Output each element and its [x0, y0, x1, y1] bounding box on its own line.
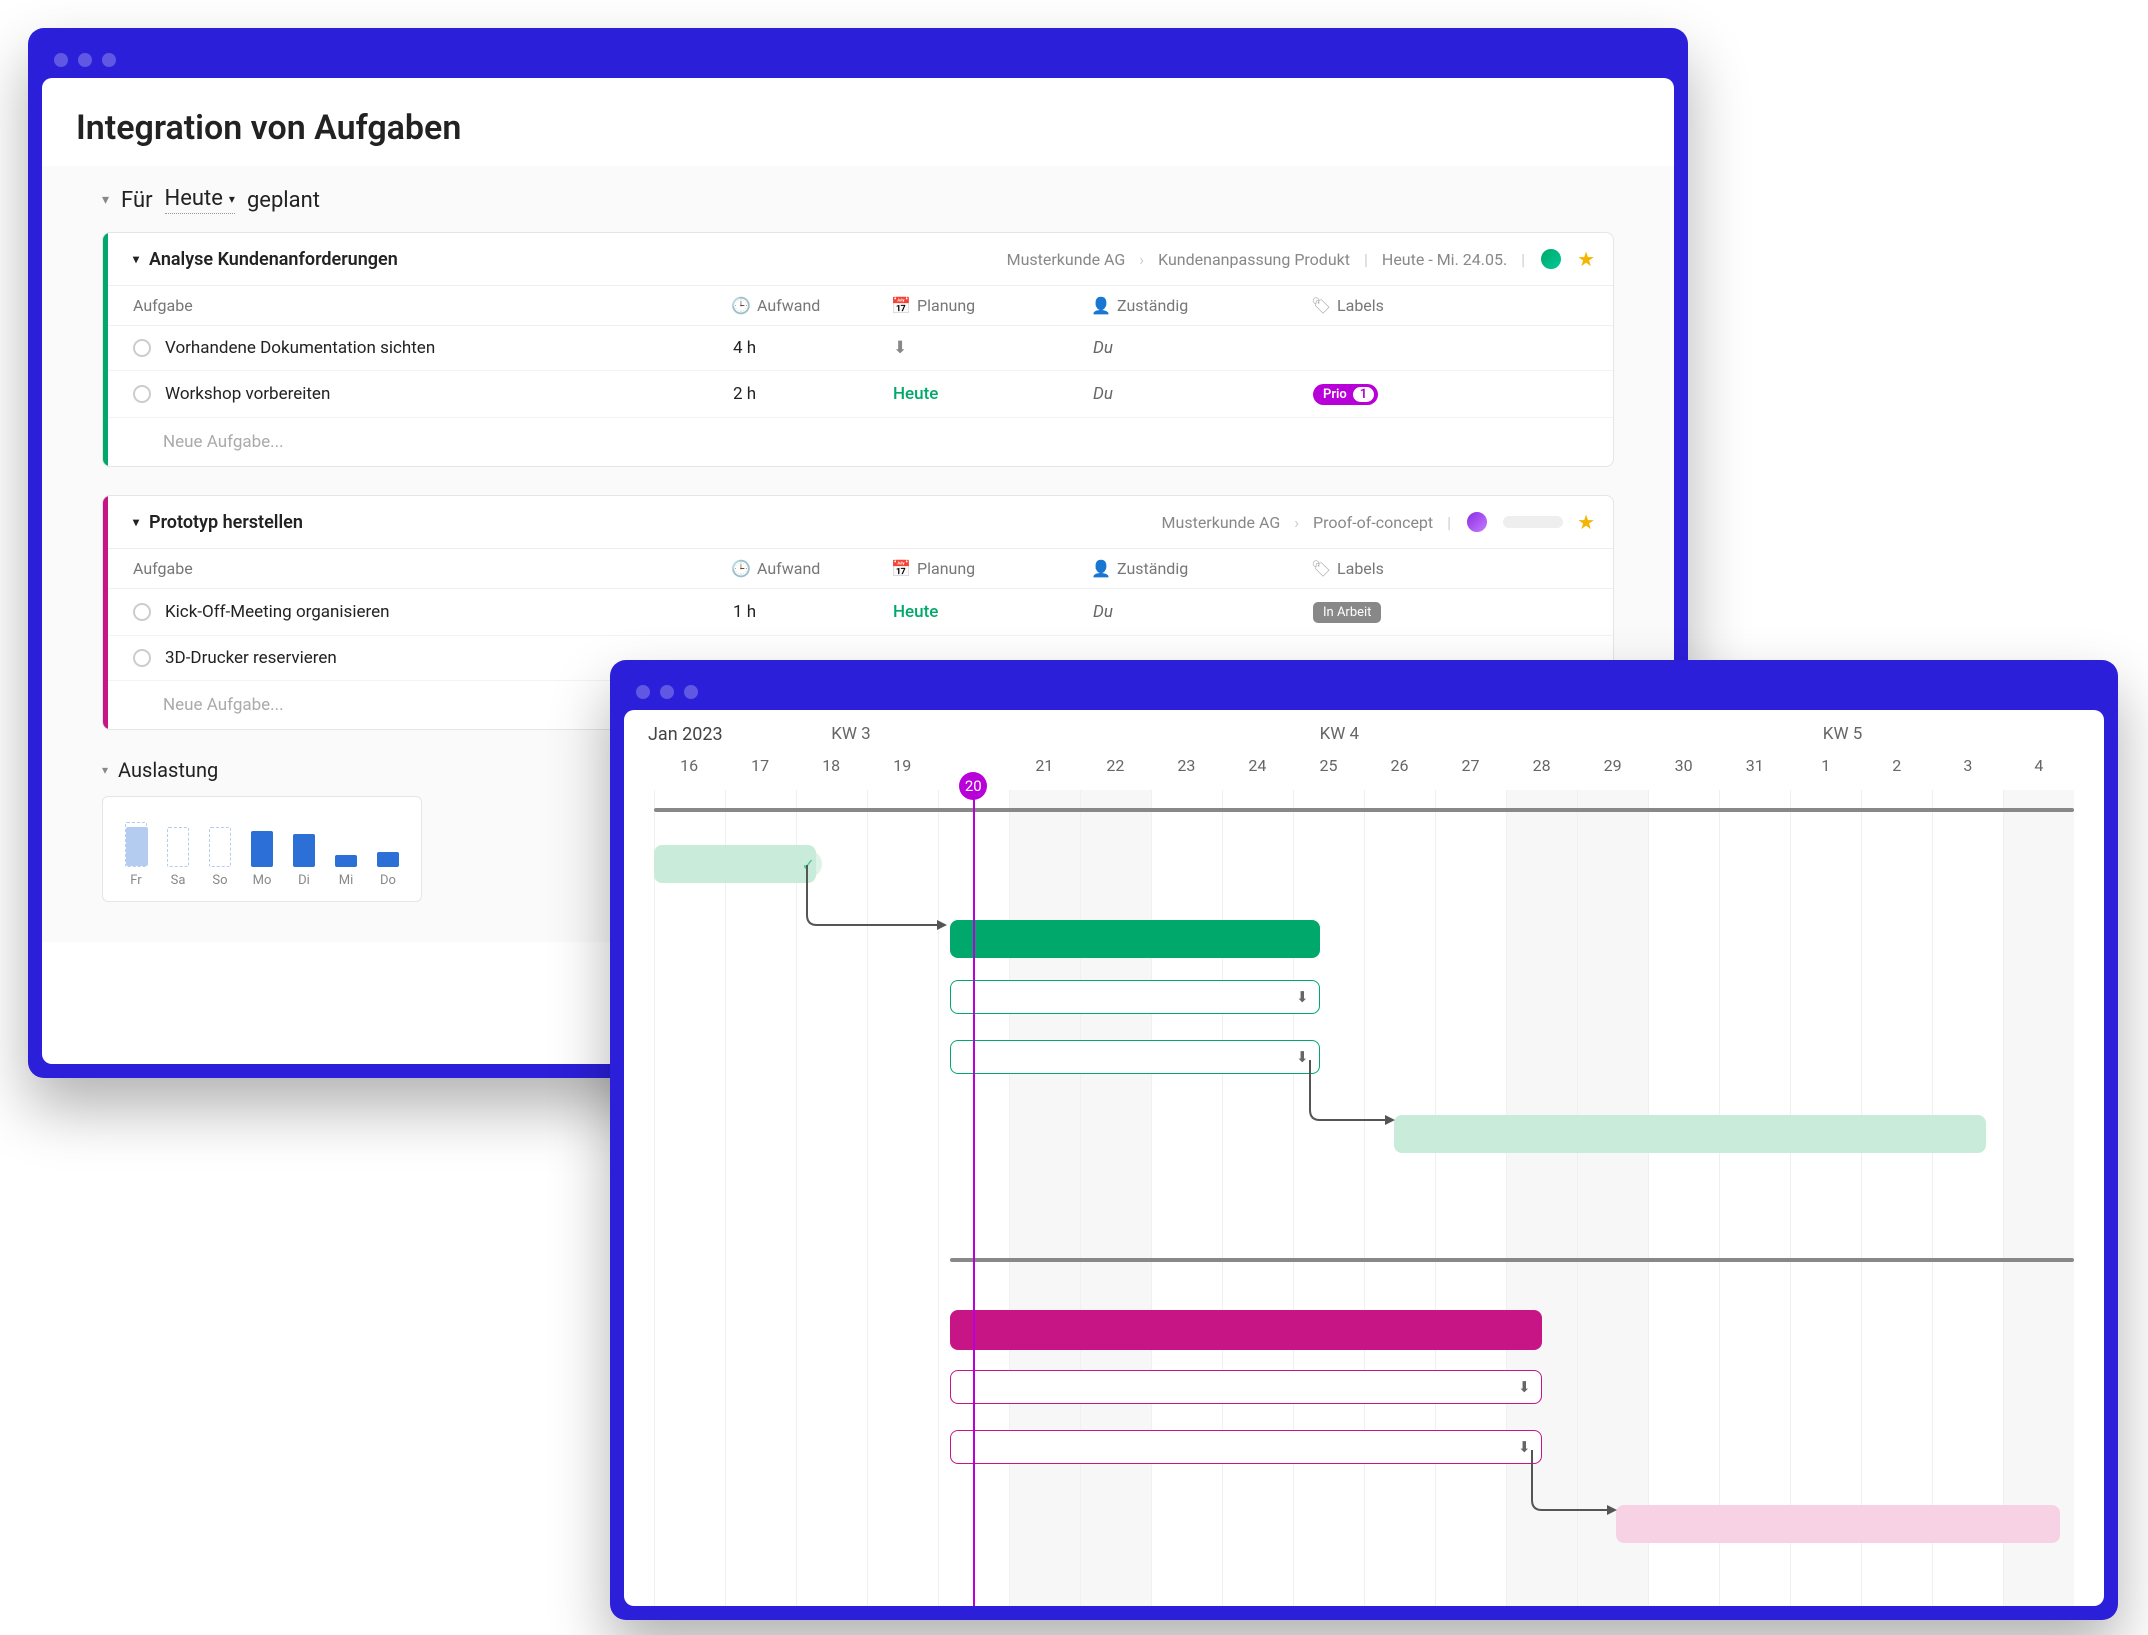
page-title: Integration von Aufgaben	[42, 78, 1674, 166]
task-planning: Heute	[893, 602, 1093, 622]
check-icon: ✓	[794, 850, 822, 878]
task-planning: Heute	[893, 384, 1093, 404]
column-headers: Aufgabe 🕒Aufwand 📅Planung 👤Zuständig 🏷La…	[103, 286, 1613, 326]
task-effort: 2 h	[733, 384, 893, 404]
gantt-content: Jan 2023 1617181920212223242526272829303…	[624, 710, 2104, 1606]
task-row[interactable]: Kick-Off-Meeting organisieren 1 h Heute …	[103, 589, 1613, 636]
gantt-bar[interactable]: ⬇	[950, 980, 1320, 1014]
group-accent	[103, 233, 108, 466]
chevron-down-icon: ▾	[133, 252, 139, 266]
col-task: Aufgabe	[133, 296, 733, 315]
breadcrumb-part[interactable]: Proof-of-concept	[1313, 513, 1433, 532]
gantt-header: Jan 2023 1617181920212223242526272829303…	[624, 710, 2104, 780]
today-line	[973, 786, 975, 1606]
chevron-down-icon: ▾	[133, 515, 139, 529]
task-row[interactable]: Vorhandene Dokumentation sichten 4 h ⬇ D…	[103, 326, 1613, 371]
group-header[interactable]: ▾ Analyse Kundenanforderungen Musterkund…	[103, 233, 1613, 286]
window-control-close[interactable]	[54, 53, 68, 67]
inbox-icon: ⬇	[893, 338, 907, 358]
gantt-bar[interactable]	[950, 920, 1320, 958]
task-name: Kick-Off-Meeting organisieren	[165, 602, 390, 622]
group-date: Heute - Mi. 24.05.	[1382, 250, 1507, 269]
chevron-down-icon: ▾	[102, 763, 108, 777]
star-icon[interactable]: ★	[1577, 510, 1595, 534]
breadcrumb-part[interactable]: Kundenanpassung Produkt	[1158, 250, 1350, 269]
group-accent	[103, 496, 108, 729]
window-control-minimize[interactable]	[78, 53, 92, 67]
placeholder	[1503, 516, 1563, 528]
task-name: Workshop vorbereiten	[165, 384, 330, 404]
task-checkbox[interactable]	[133, 649, 151, 667]
group-header[interactable]: ▾ Prototyp herstellen Musterkunde AG › P…	[103, 496, 1613, 549]
avatar[interactable]	[1539, 247, 1563, 271]
task-responsible: Du	[1093, 384, 1313, 404]
gantt-separator	[654, 808, 2075, 812]
gantt-month: Jan 2023	[648, 724, 723, 745]
planned-prefix: Für	[121, 188, 153, 213]
gantt-bar[interactable]	[654, 845, 817, 883]
avatar[interactable]	[1465, 510, 1489, 534]
gantt-bar[interactable]	[1616, 1505, 2060, 1543]
titlebar	[624, 674, 2104, 710]
group-title-text: Prototyp herstellen	[149, 512, 303, 533]
gantt-bar[interactable]: ⬇	[950, 1370, 1542, 1404]
planned-range-dropdown[interactable]: Heute▾	[165, 186, 235, 214]
task-effort: 1 h	[733, 602, 893, 622]
window-control-minimize[interactable]	[660, 685, 674, 699]
priority-label[interactable]: Prio1	[1313, 384, 1378, 405]
window-control-zoom[interactable]	[102, 53, 116, 67]
tag-icon: 🏷	[1313, 298, 1329, 314]
task-checkbox[interactable]	[133, 603, 151, 621]
task-group: ▾ Analyse Kundenanforderungen Musterkund…	[102, 232, 1614, 467]
inbox-icon: ⬇	[1296, 1048, 1309, 1066]
task-name: Vorhandene Dokumentation sichten	[165, 338, 435, 358]
titlebar	[42, 42, 1674, 78]
chevron-down-icon: ▾	[102, 192, 109, 208]
person-icon: 👤	[1093, 298, 1109, 314]
breadcrumb-part[interactable]: Musterkunde AG	[1007, 250, 1126, 269]
gantt-separator	[950, 1258, 2075, 1262]
inbox-icon: ⬇	[1518, 1378, 1531, 1396]
planned-section-header[interactable]: ▾ Für Heute▾ geplant	[102, 186, 1614, 214]
new-task-input[interactable]: Neue Aufgabe...	[103, 418, 1613, 466]
inbox-icon: ⬇	[1296, 988, 1309, 1006]
person-icon: 👤	[1093, 561, 1109, 577]
star-icon[interactable]: ★	[1577, 247, 1595, 271]
task-responsible: Du	[1093, 338, 1313, 358]
gantt-window: Jan 2023 1617181920212223242526272829303…	[610, 660, 2118, 1620]
breadcrumb-part[interactable]: Musterkunde AG	[1162, 513, 1281, 532]
clock-icon: 🕒	[733, 298, 749, 314]
gantt-bar[interactable]: ⬇	[950, 1430, 1542, 1464]
task-row[interactable]: Workshop vorbereiten 2 h Heute Du Prio1	[103, 371, 1613, 418]
inbox-icon: ⬇	[1518, 1438, 1531, 1456]
task-checkbox[interactable]	[133, 385, 151, 403]
task-checkbox[interactable]	[133, 339, 151, 357]
calendar-icon: 📅	[893, 561, 909, 577]
clock-icon: 🕒	[733, 561, 749, 577]
gantt-bar[interactable]	[950, 1310, 1542, 1350]
column-headers: Aufgabe 🕒Aufwand 📅Planung 👤Zuständig 🏷La…	[103, 549, 1613, 589]
task-effort: 4 h	[733, 338, 893, 358]
tag-icon: 🏷	[1313, 561, 1329, 577]
utilization-chart: FrSaSoMoDiMiDo	[102, 796, 422, 902]
task-name: 3D-Drucker reservieren	[165, 648, 337, 668]
planned-suffix: geplant	[247, 188, 320, 213]
window-control-close[interactable]	[636, 685, 650, 699]
calendar-icon: 📅	[893, 298, 909, 314]
gantt-bar[interactable]: ⬇	[950, 1040, 1320, 1074]
window-control-zoom[interactable]	[684, 685, 698, 699]
task-responsible: Du	[1093, 602, 1313, 622]
status-label[interactable]: In Arbeit	[1313, 602, 1381, 623]
group-title-text: Analyse Kundenanforderungen	[149, 249, 398, 270]
gantt-bar[interactable]	[1394, 1115, 1986, 1153]
